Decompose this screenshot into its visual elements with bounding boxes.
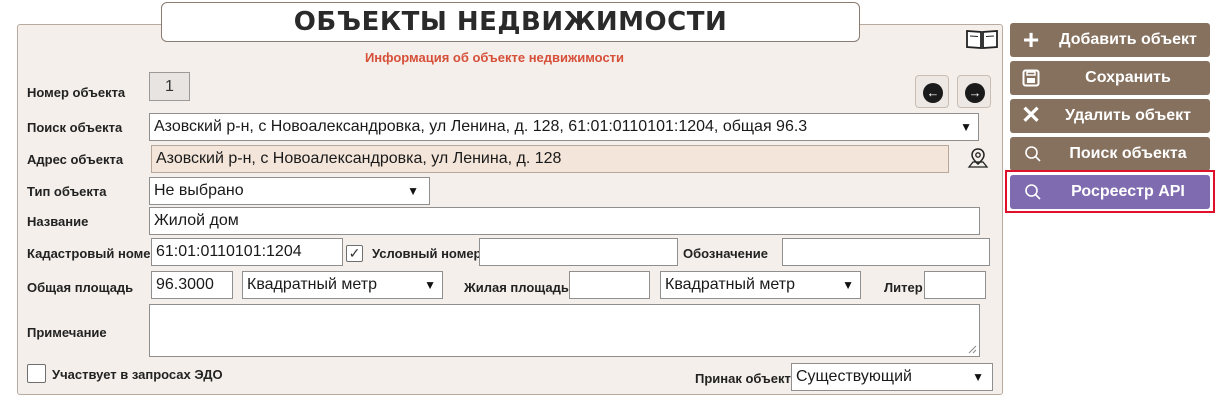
search-object-value: Азовский р-н, с Новоалександровка, ул Ле… bbox=[154, 118, 808, 135]
plus-icon: + bbox=[1022, 24, 1040, 55]
search-icon bbox=[1025, 146, 1041, 162]
living-area-unit-select[interactable]: Квадратный метр ▼ bbox=[660, 271, 861, 299]
add-object-button[interactable]: + Добавить объект bbox=[1010, 23, 1210, 57]
conditional-checkbox[interactable]: ✓ bbox=[346, 245, 363, 262]
delete-object-button[interactable]: ✕ Удалить объект bbox=[1010, 99, 1210, 133]
search-object-button-label: Поиск объекта bbox=[1069, 145, 1187, 162]
search-object-label: Поиск объекта bbox=[27, 120, 123, 135]
conditional-input[interactable] bbox=[479, 238, 678, 266]
chevron-down-icon: ▼ bbox=[842, 278, 854, 292]
search-object-button[interactable]: Поиск объекта bbox=[1010, 137, 1210, 171]
total-area-input[interactable]: 96.3000 bbox=[151, 271, 233, 299]
save-label: Сохранить bbox=[1085, 69, 1171, 86]
total-area-unit-value: Квадратный метр bbox=[247, 276, 377, 293]
book-icon[interactable] bbox=[965, 28, 999, 50]
map-pin-icon[interactable] bbox=[967, 147, 989, 169]
edo-label: Участвует в запросах ЭДО bbox=[52, 367, 223, 382]
close-icon: ✕ bbox=[1020, 102, 1042, 129]
living-area-label: Жилая площадь bbox=[464, 280, 569, 295]
name-label: Название bbox=[27, 214, 89, 229]
liter-label: Литер bbox=[884, 280, 923, 295]
object-sign-label: Принак объекта bbox=[695, 371, 799, 386]
rosreestr-api-button[interactable]: Росреестр API bbox=[1010, 175, 1210, 209]
living-area-unit-value: Квадратный метр bbox=[665, 276, 795, 293]
search-object-select[interactable]: Азовский р-н, с Новоалександровка, ул Ле… bbox=[149, 113, 979, 141]
living-area-input[interactable] bbox=[569, 271, 650, 299]
chevron-down-icon: ▼ bbox=[972, 370, 984, 384]
next-button[interactable]: → bbox=[957, 75, 991, 108]
address-label: Адрес объекта bbox=[27, 152, 124, 167]
address-field: Азовский р-н, с Новоалександровка, ул Ле… bbox=[151, 145, 949, 173]
name-input[interactable]: Жилой дом bbox=[149, 207, 980, 235]
object-sign-select[interactable]: Существующий ▼ bbox=[791, 363, 993, 391]
conditional-label: Условный номер bbox=[372, 246, 482, 261]
note-textarea[interactable] bbox=[149, 304, 980, 357]
liter-input[interactable] bbox=[924, 271, 986, 299]
search-icon bbox=[1025, 184, 1041, 200]
note-label: Примечание bbox=[27, 325, 107, 340]
object-type-select[interactable]: Не выбрано ▼ bbox=[149, 177, 430, 205]
object-sign-value: Существующий bbox=[796, 368, 912, 385]
chevron-down-icon: ▼ bbox=[407, 184, 419, 198]
section-subtitle: Информация об объекте недвижимости bbox=[364, 50, 625, 65]
edo-checkbox[interactable] bbox=[27, 364, 46, 383]
chevron-down-icon: ▼ bbox=[424, 278, 436, 292]
chevron-down-icon: ▼ bbox=[960, 120, 972, 134]
object-number-field: 1 bbox=[149, 72, 190, 101]
arrow-left-icon: ← bbox=[923, 83, 943, 103]
designation-input[interactable] bbox=[782, 238, 990, 266]
total-area-unit-select[interactable]: Квадратный метр ▼ bbox=[242, 271, 443, 299]
total-area-label: Общая площадь bbox=[27, 280, 134, 295]
cadastral-label: Кадастровый номер bbox=[27, 246, 159, 261]
delete-object-label: Удалить объект bbox=[1065, 107, 1191, 124]
rosreestr-api-label: Росреестр API bbox=[1071, 183, 1185, 200]
save-button[interactable]: Сохранить bbox=[1010, 61, 1210, 95]
resize-grip-icon[interactable] bbox=[968, 345, 977, 354]
designation-label: Обозначение bbox=[683, 246, 768, 261]
object-type-label: Тип объекта bbox=[27, 184, 107, 199]
save-icon bbox=[1022, 69, 1040, 87]
arrow-right-icon: → bbox=[965, 83, 985, 103]
object-type-value: Не выбрано bbox=[154, 182, 244, 199]
add-object-label: Добавить объект bbox=[1059, 31, 1197, 48]
prev-button[interactable]: ← bbox=[915, 75, 949, 108]
cadastral-input[interactable]: 61:01:0110101:1204 bbox=[151, 238, 343, 266]
page-title: ОБЪЕКТЫ НЕДВИЖИМОСТИ bbox=[161, 2, 860, 42]
object-number-label: Номер объекта bbox=[27, 85, 126, 100]
